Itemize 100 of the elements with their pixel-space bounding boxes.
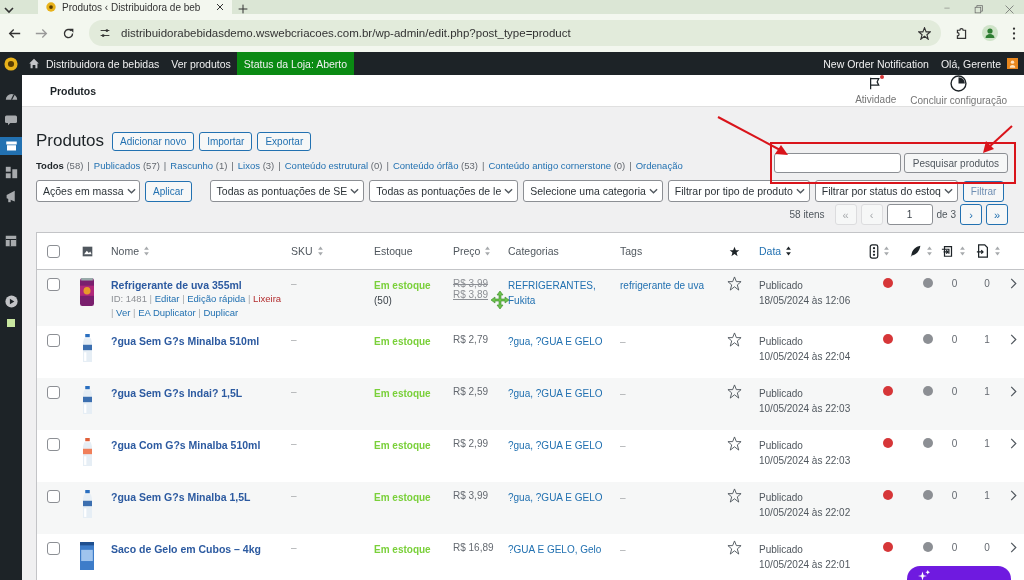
products-icon[interactable] [4, 140, 18, 152]
page-button[interactable]: › [960, 204, 982, 225]
store-status-badge[interactable]: Status da Loja: Aberto [236, 52, 355, 75]
star-outline-icon[interactable] [727, 276, 742, 291]
page-title-action[interactable]: Importar [199, 131, 253, 151]
sorted-icon[interactable] [785, 245, 793, 257]
chevron-right-icon[interactable] [1010, 490, 1017, 501]
store-icon[interactable] [4, 114, 18, 126]
chevron-right-icon[interactable] [1010, 278, 1017, 289]
view-filter-link[interactable]: Todos [36, 160, 64, 171]
layout-icon[interactable] [5, 235, 17, 247]
view-products-link[interactable]: Ver produtos [165, 52, 237, 75]
row-action-link[interactable]: Editar [154, 293, 180, 304]
page-button[interactable]: » [986, 204, 1008, 225]
site-name-link[interactable]: Distribuidora de bebidas [22, 52, 166, 75]
product-name-link[interactable]: ?gua Sem G?s Indai? 1,5L [111, 386, 283, 400]
row-action-link[interactable]: Ver [116, 307, 131, 318]
view-filter-link[interactable]: Lixos [237, 160, 260, 171]
incoming-links-count: 0 [984, 278, 990, 289]
header-action-button[interactable]: Atividade [848, 76, 904, 105]
category-links[interactable]: ?GUA E GELO, Gelo [508, 542, 612, 557]
star-outline-icon[interactable] [727, 384, 742, 399]
forward-arrow-icon[interactable] [35, 26, 48, 40]
star-outline-icon[interactable] [727, 488, 742, 503]
stock-status: Em estoque [374, 491, 432, 505]
view-filter-link[interactable]: Conteúdo antigo cornerstone [488, 160, 611, 171]
column-header[interactable]: SKU [291, 245, 313, 257]
star-outline-icon[interactable] [727, 436, 742, 451]
tab-list-chevron-icon[interactable] [4, 6, 14, 14]
page-title-action[interactable]: Exportar [257, 131, 312, 151]
chevron-right-icon[interactable] [1010, 386, 1017, 397]
product-name-link[interactable]: Saco de Gelo em Cubos – 4kg [111, 542, 283, 556]
page-title-action[interactable]: Adicionar novo [112, 131, 195, 151]
category-links[interactable]: ?gua, ?GUA E GELO [508, 334, 612, 349]
browser-tab[interactable]: Produtos ‹ Distribuidora de beb [38, 0, 233, 14]
row-checkbox[interactable] [47, 334, 60, 347]
product-name-link[interactable]: ?gua Sem G?s Minalba 510ml [111, 334, 283, 348]
row-checkbox[interactable] [47, 490, 60, 503]
column-header[interactable]: Data [759, 245, 782, 257]
row-action-link[interactable]: Lixeira [253, 293, 282, 304]
tags-cell[interactable]: refrigerante de uva [620, 278, 710, 293]
view-filter-link[interactable]: Conteúdo órfão [392, 160, 459, 171]
filter-select[interactable]: Todas as pontuações de SE [209, 180, 365, 202]
row-checkbox[interactable] [47, 278, 60, 291]
row-checkbox[interactable] [47, 438, 60, 451]
close-icon[interactable] [216, 3, 225, 11]
row-action-link[interactable]: EA Duplicator [138, 307, 196, 318]
analytics-icon[interactable] [4, 166, 18, 179]
profile-avatar-icon[interactable] [982, 25, 998, 41]
back-arrow-icon[interactable] [8, 26, 21, 40]
close-window-icon[interactable] [1005, 5, 1014, 14]
new-order-notification-link[interactable]: New Order Notification [817, 52, 935, 75]
column-header[interactable]: Nome [111, 245, 139, 257]
price: R$ 3,99 [453, 490, 489, 501]
more-menu-icon[interactable] [1012, 26, 1016, 40]
view-filter-link[interactable]: Ordenação [635, 160, 683, 171]
product-name-link[interactable]: ?gua Sem G?s Minalba 1,5L [111, 490, 283, 504]
chevron-right-icon[interactable] [1010, 542, 1017, 553]
new-tab-plus-icon[interactable] [238, 4, 249, 14]
search-button[interactable]: Pesquisar produtos [903, 153, 1008, 173]
category-links[interactable]: REFRIGERANTES, Fukita [508, 278, 612, 308]
product-name-link[interactable]: ?gua Com G?s Minalba 510ml [111, 438, 283, 452]
view-filter-link[interactable]: Rascunho [170, 160, 214, 171]
restore-icon[interactable] [974, 5, 983, 14]
site-logo-icon[interactable] [4, 56, 18, 71]
row-checkbox[interactable] [47, 542, 60, 555]
row-action-link[interactable]: Edição rápida [187, 293, 246, 304]
bookmark-star-icon[interactable] [918, 26, 931, 40]
filter-button[interactable]: Filtrar [962, 180, 1005, 202]
filter-select[interactable]: Filtrar por tipo de produto [667, 180, 810, 202]
view-filter-link[interactable]: Publicados [93, 160, 141, 171]
chevron-right-icon[interactable] [1010, 334, 1017, 345]
select-all-checkbox[interactable] [47, 244, 60, 258]
play-circle-icon[interactable] [4, 295, 18, 308]
category-links[interactable]: ?gua, ?GUA E GELO [508, 438, 612, 453]
row-action-link[interactable]: Duplicar [203, 307, 239, 318]
star-outline-icon[interactable] [727, 332, 742, 347]
column-header[interactable]: Preço [453, 245, 481, 257]
filter-select[interactable]: Filtrar por status do estoq [814, 180, 958, 202]
header-action-button[interactable]: Concluir configuração [903, 75, 1014, 106]
sku-cell: – [291, 278, 297, 289]
filter-select[interactable]: Selecione uma categoria [523, 180, 663, 202]
category-links[interactable]: ?gua, ?GUA E GELO [508, 490, 612, 505]
megaphone-icon[interactable] [4, 190, 18, 203]
bulk-actions-select[interactable]: Ações em massa [36, 180, 140, 202]
product-name-link[interactable]: Refrigerante de uva 355ml [111, 278, 283, 292]
reload-icon[interactable] [62, 26, 75, 40]
stock-count: (50) [374, 294, 393, 308]
chevron-right-icon[interactable] [1010, 438, 1017, 449]
puzzle-piece-icon[interactable] [955, 26, 968, 40]
star-outline-icon[interactable] [727, 540, 742, 555]
account-menu[interactable]: Olá, Gerente [934, 52, 1024, 75]
category-links[interactable]: ?gua, ?GUA E GELO [508, 386, 612, 401]
apply-button[interactable]: Aplicar [145, 180, 192, 202]
row-checkbox[interactable] [47, 386, 60, 399]
address-bar[interactable]: distribuidorabebidasdemo.wswebcriacoes.com.br/wp-admin/edit.php?post_type=product [89, 20, 941, 46]
page-number-field[interactable]: 1 [886, 204, 933, 225]
search-field[interactable] [773, 153, 901, 173]
view-filter-link[interactable]: Conteúdo estrutural [284, 160, 369, 171]
filter-select[interactable]: Todas as pontuações de le [369, 180, 519, 202]
